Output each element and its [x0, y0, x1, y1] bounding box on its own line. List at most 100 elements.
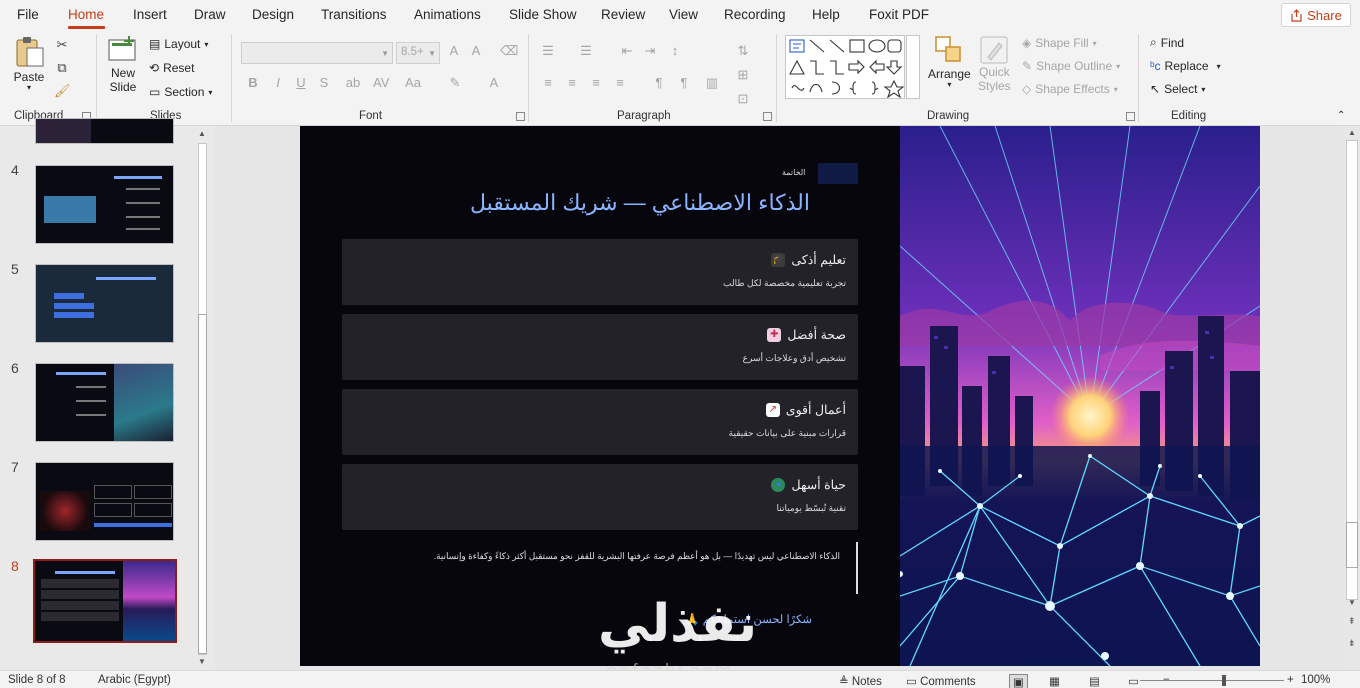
- shapes-gallery[interactable]: [785, 35, 905, 99]
- paragraph-launcher-icon[interactable]: [763, 112, 772, 121]
- scroll-up-icon[interactable]: ▲: [198, 129, 206, 138]
- tab-transitions[interactable]: Transitions: [321, 7, 387, 22]
- feature-card[interactable]: تعليم أذكى 🎓 تجربة تعليمية مخصصة لكل طالب: [342, 239, 858, 305]
- tab-draw[interactable]: Draw: [194, 7, 226, 22]
- layout-button[interactable]: ▤ Layout ▾: [149, 37, 208, 51]
- strikethrough-icon[interactable]: ab: [345, 76, 361, 90]
- tab-recording[interactable]: Recording: [724, 7, 786, 22]
- zoom-level[interactable]: 100%: [1301, 674, 1330, 686]
- tab-insert[interactable]: Insert: [133, 7, 167, 22]
- drawing-launcher-icon[interactable]: [1126, 112, 1135, 121]
- find-button[interactable]: ⌕ Find: [1150, 35, 1184, 50]
- font-launcher-icon[interactable]: [516, 112, 525, 121]
- copy-icon[interactable]: ⧉: [54, 61, 70, 75]
- format-painter-icon[interactable]: 🖌: [54, 84, 71, 98]
- increase-font-icon[interactable]: A: [446, 44, 462, 58]
- scroll-thumb[interactable]: [1346, 522, 1358, 568]
- tab-foxit-pdf[interactable]: Foxit PDF: [869, 7, 929, 22]
- align-center-icon[interactable]: ≡: [564, 76, 580, 90]
- decrease-indent-icon[interactable]: ⇤: [619, 44, 635, 58]
- paste-button[interactable]: Paste ▾: [12, 34, 46, 92]
- shape-fill-button[interactable]: ◈ Shape Fill ▾: [1022, 36, 1097, 50]
- clear-formatting-icon[interactable]: ⌫: [500, 44, 518, 58]
- align-left-icon[interactable]: ≡: [540, 76, 556, 90]
- feature-card[interactable]: صحة أفضل ✚ تشخيص أدق وعلاجات أسرع: [342, 314, 858, 380]
- tab-animations[interactable]: Animations: [414, 7, 481, 22]
- reset-button[interactable]: ⟲ Reset: [149, 61, 194, 75]
- tab-design[interactable]: Design: [252, 7, 294, 22]
- shapes-gallery-scroll[interactable]: [906, 35, 920, 99]
- align-text-icon[interactable]: ⊞: [735, 68, 751, 82]
- font-name-input[interactable]: ▼: [241, 42, 393, 64]
- slide-thumbnail-5[interactable]: [35, 264, 174, 343]
- section-tag[interactable]: الخاتمة: [782, 168, 805, 177]
- slide-thumbnail-6[interactable]: [35, 363, 174, 442]
- language-indicator[interactable]: Arabic (Egypt): [98, 674, 171, 686]
- zoom-in-icon[interactable]: +: [1287, 674, 1294, 686]
- character-spacing-icon[interactable]: AV: [373, 76, 389, 90]
- section-button[interactable]: ▭ Section ▾: [149, 85, 212, 99]
- tab-file[interactable]: File: [17, 7, 39, 22]
- shape-effects-button[interactable]: ◇ Shape Effects ▾: [1022, 82, 1118, 96]
- tab-view[interactable]: View: [669, 7, 698, 22]
- new-slide-button[interactable]: New Slide: [107, 36, 139, 94]
- scroll-thumb[interactable]: [198, 314, 207, 654]
- current-slide[interactable]: الخاتمة الذكاء الاصطناعي — شريك المستقبل…: [300, 126, 1260, 666]
- slide-thumbnail-7[interactable]: [35, 462, 174, 541]
- replace-button[interactable]: ᵇc Replace ▾: [1150, 59, 1221, 73]
- tab-slide-show[interactable]: Slide Show: [509, 7, 577, 22]
- zoom-slider[interactable]: [1140, 680, 1284, 681]
- slide-thumbnail-4[interactable]: [35, 165, 174, 244]
- italic-icon[interactable]: I: [270, 76, 286, 90]
- highlight-icon[interactable]: ✎: [447, 76, 463, 90]
- font-color-icon[interactable]: A: [486, 76, 502, 90]
- change-case-icon[interactable]: Aa: [405, 76, 421, 90]
- tab-help[interactable]: Help: [812, 7, 840, 22]
- thumbnail-scrollbar[interactable]: ▲ ▼: [195, 129, 209, 669]
- slide-show-icon[interactable]: ▭: [1128, 674, 1139, 688]
- decrease-font-icon[interactable]: A: [468, 44, 484, 58]
- collapse-ribbon-icon[interactable]: ⌃: [1337, 110, 1345, 121]
- ltr-icon[interactable]: ¶: [651, 76, 667, 90]
- font-size-input[interactable]: 8.5+ ▼: [396, 42, 440, 64]
- share-button[interactable]: Share: [1281, 3, 1351, 27]
- bullets-icon[interactable]: ☰: [540, 44, 556, 58]
- quick-styles-button[interactable]: Quick Styles: [978, 35, 1011, 93]
- accent-bar[interactable]: [818, 163, 858, 184]
- bold-icon[interactable]: B: [245, 76, 261, 90]
- shape-outline-button[interactable]: ✎ Shape Outline ▾: [1022, 59, 1120, 73]
- closing-quote[interactable]: الذكاء الاصطناعي ليس تهديدًا — بل هو أعظ…: [380, 551, 840, 562]
- columns-icon[interactable]: ▥: [704, 76, 720, 90]
- slide-title[interactable]: الذكاء الاصطناعي — شريك المستقبل: [420, 190, 810, 216]
- scroll-down-icon[interactable]: ▼: [1348, 598, 1356, 607]
- align-right-icon[interactable]: ≡: [588, 76, 604, 90]
- slide-sorter-icon[interactable]: ▦: [1049, 674, 1060, 688]
- smartart-icon[interactable]: ⊡: [735, 92, 751, 106]
- justify-icon[interactable]: ≡: [612, 76, 628, 90]
- comments-button[interactable]: ▭ Comments: [906, 674, 976, 688]
- increase-indent-icon[interactable]: ⇥: [642, 44, 658, 58]
- tab-home[interactable]: Home: [68, 7, 104, 22]
- previous-slide-icon[interactable]: ⇞: [1348, 616, 1356, 627]
- slide-thumbnail-partial[interactable]: [35, 118, 174, 144]
- underline-icon[interactable]: U: [293, 76, 309, 90]
- scroll-up-icon[interactable]: ▲: [1348, 128, 1356, 137]
- next-slide-icon[interactable]: ⇟: [1348, 638, 1356, 649]
- tab-review[interactable]: Review: [601, 7, 645, 22]
- line-spacing-icon[interactable]: ↕: [667, 44, 683, 58]
- notes-button[interactable]: ≜ Notes: [839, 674, 882, 688]
- canvas-scrollbar[interactable]: ▲ ▼ ⇞ ⇟: [1344, 126, 1358, 670]
- scroll-down-icon[interactable]: ▼: [198, 657, 206, 666]
- arrange-button[interactable]: Arrange ▾: [928, 35, 971, 89]
- cut-icon[interactable]: ✂: [54, 38, 70, 52]
- normal-view-icon[interactable]: ▣: [1009, 674, 1028, 688]
- slide-thumbnail-8[interactable]: [33, 559, 177, 643]
- reading-view-icon[interactable]: ▤: [1089, 674, 1100, 688]
- feature-card[interactable]: أعمال أقوى ↗ قرارات مبنية على بيانات حقيق…: [342, 389, 858, 455]
- zoom-slider-handle[interactable]: [1222, 675, 1226, 686]
- rtl-icon[interactable]: ¶: [676, 76, 692, 90]
- numbering-icon[interactable]: ☰: [578, 44, 594, 58]
- text-direction-icon[interactable]: ⇅: [735, 44, 751, 58]
- select-button[interactable]: ↖ Select ▾: [1150, 82, 1205, 96]
- feature-card[interactable]: حياة أسهل ● تقنية تُبسّط يومياتنا: [342, 464, 858, 530]
